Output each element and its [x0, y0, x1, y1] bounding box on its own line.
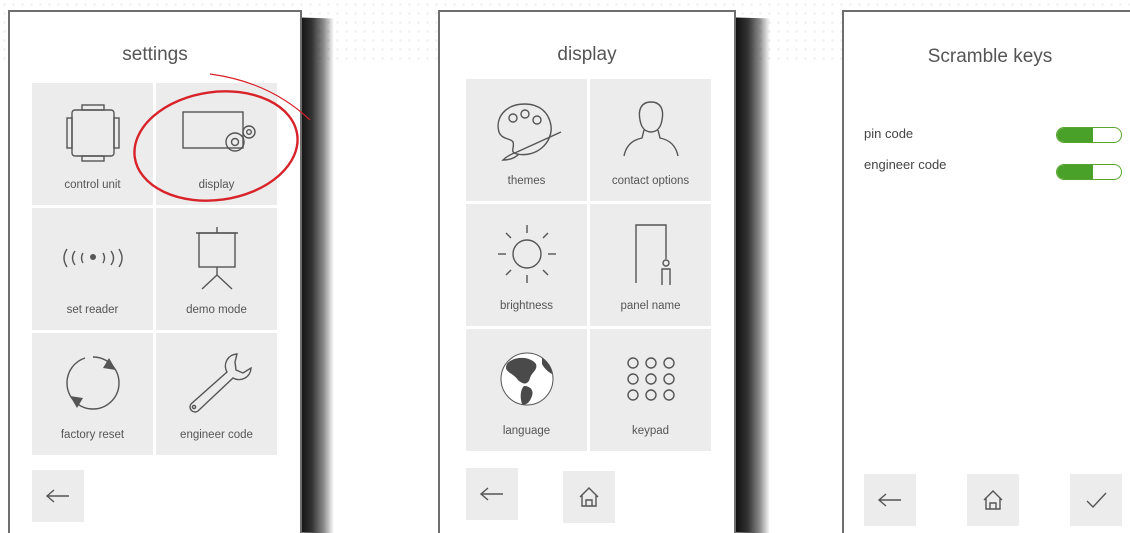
- sun-brightness-icon: [466, 214, 587, 294]
- tile-label: keypad: [631, 425, 670, 437]
- back-button[interactable]: [864, 474, 916, 526]
- tile-label: control unit: [64, 179, 121, 191]
- panel-shadow: [736, 17, 770, 533]
- tile-label: language: [502, 425, 551, 437]
- back-button[interactable]: [32, 470, 84, 522]
- tile-engineer-code[interactable]: engineer code: [156, 333, 277, 455]
- setting-label-engineer-code: engineer code: [864, 157, 947, 172]
- pin-code-toggle[interactable]: [1056, 127, 1122, 143]
- back-arrow-icon: [45, 489, 69, 503]
- tile-label: brightness: [499, 300, 554, 312]
- home-button[interactable]: [967, 474, 1019, 526]
- tile-contact-options[interactable]: contact options: [590, 79, 711, 201]
- display-settings-icon: [156, 93, 277, 173]
- panel-door-icon: [590, 214, 711, 294]
- page-title: Scramble keys: [927, 46, 1053, 67]
- wrench-icon: [156, 343, 277, 423]
- tile-label: display: [198, 179, 235, 191]
- palette-icon: [466, 89, 587, 169]
- home-icon: [983, 490, 1003, 510]
- scramble-keys-panel: Scramble keys pin code engineer code: [842, 10, 1130, 533]
- toggle-fill: [1057, 128, 1093, 142]
- toggle-fill: [1057, 165, 1093, 179]
- globe-icon: [466, 339, 587, 419]
- person-silhouette-icon: [590, 89, 711, 169]
- back-button[interactable]: [466, 468, 518, 520]
- tile-display[interactable]: display: [156, 83, 277, 205]
- tile-factory-reset[interactable]: factory reset: [32, 333, 153, 455]
- tile-label: demo mode: [186, 304, 247, 316]
- page-title: display: [557, 44, 617, 65]
- home-button[interactable]: [563, 471, 615, 523]
- home-icon: [579, 487, 599, 507]
- display-panel: display themes contact options brightnes…: [438, 10, 736, 533]
- tile-panel-name[interactable]: panel name: [590, 204, 711, 326]
- tile-keypad[interactable]: keypad: [590, 329, 711, 451]
- tile-label: panel name: [620, 300, 681, 312]
- refresh-cycle-icon: [32, 343, 153, 423]
- tile-demo-mode[interactable]: demo mode: [156, 208, 277, 330]
- panel-shadow: [300, 17, 334, 533]
- confirm-button[interactable]: [1070, 474, 1122, 526]
- tile-label: set reader: [66, 304, 119, 316]
- keypad-grid-icon: [590, 339, 711, 419]
- projector-screen-icon: [156, 218, 277, 298]
- control-unit-icon: [32, 93, 153, 173]
- tile-label: themes: [507, 175, 546, 187]
- tile-set-reader[interactable]: set reader: [32, 208, 153, 330]
- tile-label: engineer code: [180, 429, 253, 441]
- tile-themes[interactable]: themes: [466, 79, 587, 201]
- setting-label-pin-code: pin code: [864, 126, 914, 141]
- tile-control-unit[interactable]: control unit: [32, 83, 153, 205]
- tile-brightness[interactable]: brightness: [466, 204, 587, 326]
- tile-language[interactable]: language: [466, 329, 587, 451]
- tile-label: contact options: [611, 175, 690, 187]
- checkmark-icon: [1086, 492, 1107, 509]
- back-arrow-icon: [479, 487, 503, 501]
- reader-signal-icon: [32, 218, 153, 298]
- tile-label: factory reset: [60, 429, 125, 441]
- page-title: settings: [122, 44, 188, 65]
- back-arrow-icon: [877, 493, 901, 507]
- engineer-code-toggle[interactable]: [1056, 164, 1122, 180]
- settings-panel: settings control unit display set reader…: [8, 10, 302, 533]
